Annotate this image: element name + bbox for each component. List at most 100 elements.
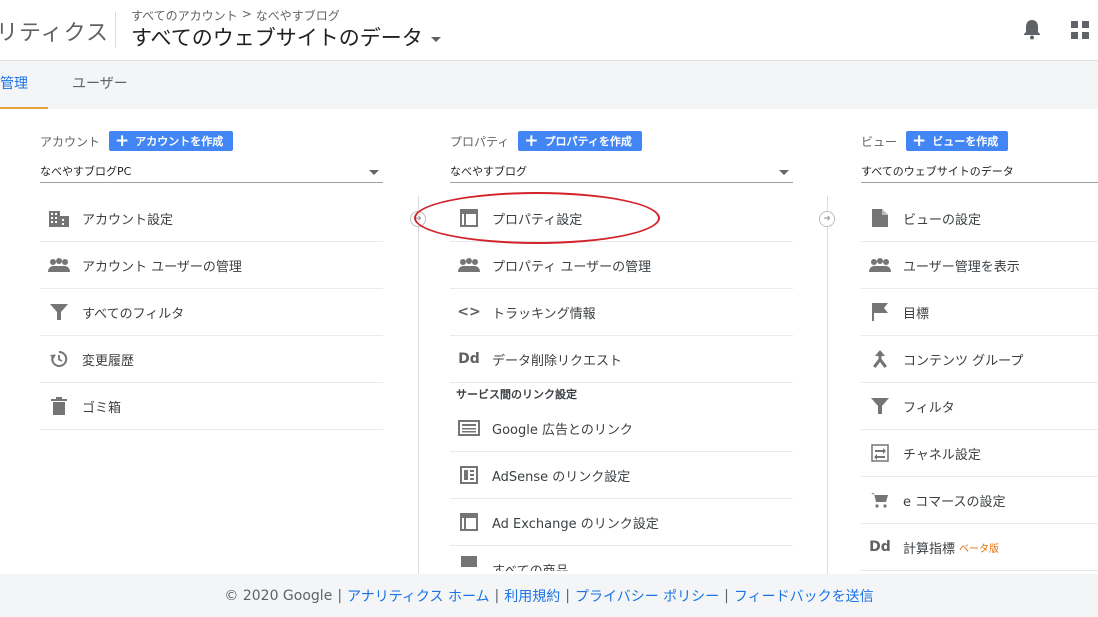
view-label: ビュー (861, 134, 898, 149)
view-column: ビュー + ビューを作成 すべてのウェブサイトのデータ ビューの設定 ユーザー管… (861, 109, 1098, 571)
channel-settings-item[interactable]: チャネル設定 (861, 430, 1098, 477)
footer-feedback-link[interactable]: フィードバックを送信 (734, 586, 874, 606)
column-divider (418, 196, 419, 574)
property-users-item[interactable]: プロパティ ユーザーの管理 (450, 242, 793, 289)
tab-user[interactable]: ユーザー (72, 61, 128, 109)
adsense-icon (458, 464, 480, 486)
create-property-button[interactable]: + プロパティを作成 (518, 131, 642, 151)
tracking-info-item[interactable]: <> トラッキング情報 (450, 289, 793, 336)
chevron-down-icon (369, 170, 379, 175)
footer: © 2020 Google | アナリティクス ホーム | 利用規約 | プライ… (0, 574, 1098, 617)
ad-exchange-link-item[interactable]: Ad Exchange のリンク設定 (450, 499, 793, 546)
account-users-item[interactable]: アカウント ユーザーの管理 (40, 242, 383, 289)
product-linking-heading: サービス間のリンク設定 (456, 388, 577, 401)
view-settings-item[interactable]: ビューの設定 (861, 195, 1098, 242)
ecommerce-settings-label: e コマースの設定 (903, 494, 1006, 510)
adsense-link-label: AdSense のリンク設定 (492, 469, 631, 485)
data-deletion-item[interactable]: Dd データ削除リクエスト (450, 336, 793, 383)
account-settings-label: アカウント設定 (82, 212, 174, 228)
document-icon (869, 207, 891, 229)
tab-bar: 管理 ユーザー (0, 61, 1098, 109)
all-products-item[interactable]: すべての商品 (450, 546, 793, 571)
filter-icon (869, 395, 891, 417)
create-view-label: ビューを作成 (932, 135, 999, 148)
trash-label: ゴミ箱 (82, 400, 122, 416)
account-users-label: アカウント ユーザーの管理 (82, 259, 242, 275)
google-ads-link-item[interactable]: Google 広告とのリンク (450, 405, 793, 452)
all-filters-label: すべてのフィルタ (82, 306, 185, 322)
highlight-annotation (414, 192, 660, 244)
account-settings-item[interactable]: アカウント設定 (40, 195, 383, 242)
building-icon (48, 207, 70, 229)
view-users-label: ユーザー管理を表示 (903, 259, 1020, 275)
flag-icon (869, 301, 891, 323)
products-icon (458, 549, 480, 571)
data-deletion-label: データ削除リクエスト (492, 353, 623, 369)
create-account-button[interactable]: + アカウントを作成 (109, 130, 234, 151)
notification-bell-icon[interactable] (1022, 18, 1042, 40)
change-history-item[interactable]: 変更履歴 (40, 336, 383, 383)
plus-icon: + (115, 130, 130, 151)
dd-icon: Dd (458, 351, 480, 367)
all-products-label: すべての商品 (492, 560, 569, 571)
footer-terms-link[interactable]: 利用規約 (504, 586, 560, 606)
header-divider (115, 12, 116, 48)
footer-separator: | (494, 587, 500, 604)
calculated-metrics-label: 計算指標 (903, 541, 956, 557)
calculated-metrics-item[interactable]: Dd 計算指標 ベータ版 (861, 524, 1098, 571)
people-icon (458, 254, 480, 276)
goals-label: 目標 (903, 306, 930, 322)
all-filters-item[interactable]: すべてのフィルタ (40, 289, 383, 336)
change-history-label: 変更履歴 (82, 353, 135, 369)
property-menu: プロパティ設定 プロパティ ユーザーの管理 <> トラッキング情報 Dd データ… (450, 195, 793, 571)
chevron-down-icon (779, 170, 789, 175)
view-dropdown[interactable]: すべてのウェブサイトのデータ (861, 159, 1098, 183)
view-settings-label: ビューの設定 (903, 212, 982, 228)
footer-privacy-link[interactable]: プライバシー ポリシー (575, 586, 719, 606)
content-grouping-label: コンテンツ グループ (903, 353, 1024, 369)
ecommerce-settings-item[interactable]: e コマースの設定 (861, 477, 1098, 524)
adsense-link-item[interactable]: AdSense のリンク設定 (450, 452, 793, 499)
copyright: © 2020 Google (224, 587, 333, 604)
channel-settings-label: チャネル設定 (903, 447, 981, 463)
apps-grid-icon[interactable] (1071, 21, 1089, 39)
tab-admin[interactable]: 管理 (0, 61, 48, 109)
account-selector[interactable]: なべやすブログPC (40, 159, 383, 183)
cart-icon (869, 489, 891, 511)
ad-exchange-link-label: Ad Exchange のリンク設定 (492, 516, 659, 532)
property-column: プロパティ + プロパティを作成 なべやすブログ プロパティ設定 プロパティ ユ… (450, 109, 793, 571)
google-ads-link-label: Google 広告とのリンク (492, 422, 633, 438)
column-divider (827, 196, 828, 574)
content-grouping-item[interactable]: コンテンツ グループ (861, 336, 1098, 383)
view-filters-item[interactable]: フィルタ (861, 383, 1098, 430)
property-label: プロパティ (450, 134, 510, 149)
create-view-button[interactable]: + ビューを作成 (906, 131, 1009, 151)
arrow-right-icon: ➜ (819, 211, 835, 227)
merge-icon (869, 348, 891, 370)
account-menu: アカウント設定 アカウント ユーザーの管理 すべてのフィルタ 変更履歴 ゴミ箱 (40, 195, 383, 430)
view-menu: ビューの設定 ユーザー管理を表示 目標 コンテンツ グループ フィルタ チャネル… (861, 195, 1098, 571)
property-selector[interactable]: なべやすブログ (450, 159, 793, 183)
trash-item[interactable]: ゴミ箱 (40, 383, 383, 430)
view-filters-label: フィルタ (903, 400, 955, 416)
history-icon (48, 348, 70, 370)
view-selector[interactable]: すべてのウェブサイトのデータ (131, 22, 441, 52)
beta-badge: ベータ版 (959, 543, 1000, 555)
trash-icon (48, 395, 70, 417)
footer-analytics-home-link[interactable]: アナリティクス ホーム (347, 586, 490, 606)
footer-separator: | (337, 587, 343, 604)
app-name[interactable]: リティクス (0, 15, 109, 47)
view-users-item[interactable]: ユーザー管理を表示 (861, 242, 1098, 289)
dd-icon: Dd (869, 539, 891, 555)
view-selected: すべてのウェブサイトのデータ (861, 164, 1014, 178)
top-header: リティクス すべてのアカウント > なべやすブログ すべてのウェブサイトのデータ (0, 0, 1098, 61)
filter-icon (48, 301, 70, 323)
plus-icon: + (524, 130, 539, 151)
layout-icon (458, 511, 480, 533)
property-selected: なべやすブログ (450, 164, 527, 178)
channel-icon (869, 442, 891, 464)
goals-item[interactable]: 目標 (861, 289, 1098, 336)
footer-separator: | (565, 587, 570, 604)
chevron-down-icon (430, 36, 441, 42)
account-selected: なべやすブログPC (40, 164, 132, 178)
